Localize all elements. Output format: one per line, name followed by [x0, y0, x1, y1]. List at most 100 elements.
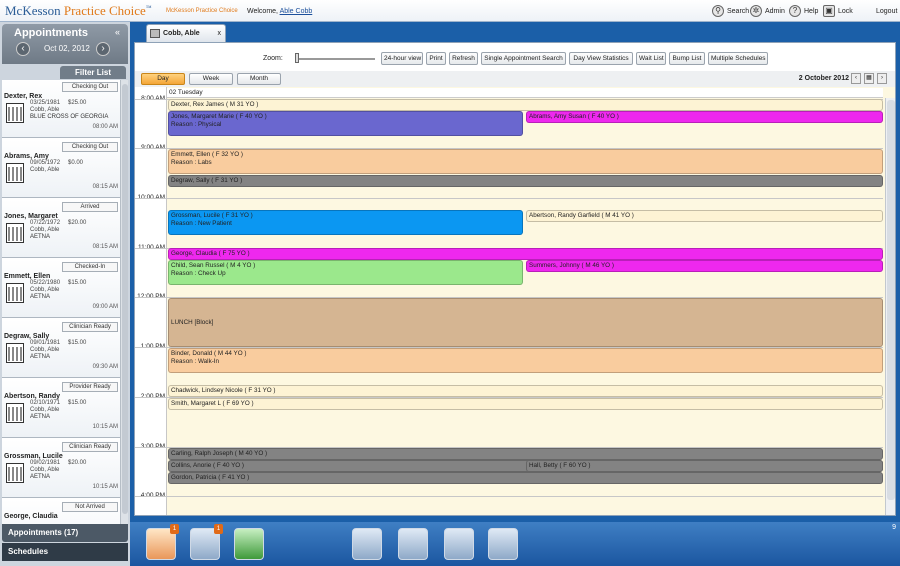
- next-day-button[interactable]: ›: [877, 73, 887, 84]
- main-area: Cobb, Able x Zoom: 24-hour view Print Re…: [134, 22, 900, 522]
- appointment-block[interactable]: Smith, Margaret L ( F 69 YO ): [168, 398, 883, 410]
- bump-list-button[interactable]: Bump List: [669, 52, 705, 65]
- day-view-button[interactable]: Day: [141, 73, 185, 85]
- calculator-icon[interactable]: [234, 528, 264, 560]
- patient-card[interactable]: Checking Out Abrams, Amy 09/05/1972 $0.00 Co…: [2, 140, 120, 198]
- scroll-thumb[interactable]: [122, 84, 128, 514]
- print-button[interactable]: Print: [426, 52, 446, 65]
- billing-icon[interactable]: [398, 528, 428, 560]
- welcome-text: Welcome, Able Cobb: [247, 8, 313, 15]
- patient-card[interactable]: Checking Out Dexter, Rex 03/25/1981 $25.00 C…: [2, 80, 120, 138]
- appointment-block[interactable]: Emmett, Ellen ( F 32 YO ) Reason : Labs: [168, 149, 883, 174]
- patient-list-scrollbar[interactable]: [120, 80, 128, 538]
- search-icon: ⚲: [712, 5, 724, 17]
- lock-link[interactable]: ▣ Lock: [823, 4, 853, 18]
- top-bar: McKesson Practice Choice™ McKesson Pract…: [0, 0, 900, 22]
- filter-list-button[interactable]: Filter List: [60, 66, 126, 79]
- patient-dob: 05/22/1980: [30, 280, 61, 286]
- sidebar-header: Appointments « ‹ Oct 02, 2012 ›: [2, 24, 128, 64]
- appointment-block[interactable]: George, Claudia ( F 75 YO ): [168, 248, 883, 260]
- logout-link[interactable]: Logout: [876, 4, 897, 18]
- appointment-block[interactable]: Dexter, Rex James ( M 31 YO ): [168, 99, 883, 111]
- appointment-block[interactable]: Binder, Donald ( M 44 YO ) Reason : Walk-…: [168, 348, 883, 373]
- sidebar-title: Appointments: [14, 27, 88, 39]
- appointment-reason: Reason : Physical: [171, 121, 222, 128]
- patient-dob: 07/22/1972: [30, 220, 61, 226]
- appointments-sidebar: Appointments « ‹ Oct 02, 2012 › Filter L…: [0, 22, 130, 566]
- appointment-patient: Dexter, Rex James ( M 31 YO ): [171, 101, 259, 108]
- help-link[interactable]: ? Help: [789, 4, 818, 18]
- ledger-icon[interactable]: [444, 528, 474, 560]
- appointment-block[interactable]: Abrams, Amy Susan ( F 40 YO ): [526, 111, 883, 123]
- appointment-time: 08:15 AM: [92, 184, 118, 190]
- appointments-accordion[interactable]: Appointments (17): [2, 524, 128, 542]
- calendar-icon: [150, 29, 160, 38]
- day-view-statistics-button[interactable]: Day View Statistics: [569, 52, 633, 65]
- schedules-accordion[interactable]: Schedules: [2, 543, 128, 561]
- appointment-block[interactable]: Summers, Johnny ( M 46 YO ): [526, 260, 883, 272]
- patient-card[interactable]: Arrived Jones, Margaret 07/22/1972 $20.00 Co…: [2, 200, 120, 258]
- scroll-thumb[interactable]: [887, 100, 895, 500]
- appointment-block[interactable]: Chadwick, Lindsey Nicole ( F 31 YO ): [168, 385, 883, 397]
- appointment-block[interactable]: Carling, Ralph Joseph ( M 40 YO ): [168, 448, 883, 460]
- appointment-reason: Reason : Labs: [171, 159, 212, 166]
- appointment-block[interactable]: Hall, Betty ( F 60 YO ): [526, 460, 883, 472]
- appointment-time: 10:15 AM: [92, 424, 118, 430]
- prev-date-button[interactable]: ‹: [16, 42, 30, 56]
- status-badge: Clinician Ready: [62, 322, 118, 332]
- 24-hour-view-button[interactable]: 24-hour view: [381, 52, 423, 65]
- appointment-block[interactable]: Grossman, Lucile ( F 31 YO ) Reason : New…: [168, 210, 523, 235]
- users-icon[interactable]: [488, 528, 518, 560]
- schedule-toolbar: Zoom: 24-hour view Print Refresh Single …: [135, 43, 895, 71]
- prev-day-button[interactable]: ‹: [851, 73, 861, 84]
- appointment-patient: George, Claudia ( F 75 YO ): [171, 250, 250, 257]
- appointment-patient: Binder, Donald ( M 44 YO ): [171, 350, 247, 357]
- calendar-icon[interactable]: 1: [190, 524, 223, 560]
- close-tab-icon[interactable]: x: [218, 25, 222, 42]
- tab-provider[interactable]: Cobb, Able x: [146, 24, 226, 42]
- calendar-picker-button[interactable]: ▦: [864, 73, 874, 84]
- calendar-icon: [6, 463, 24, 483]
- refresh-button[interactable]: Refresh: [449, 52, 478, 65]
- appointment-patient: Child, Sean Russel ( M 4 YO ): [171, 262, 256, 269]
- collapse-icon[interactable]: «: [115, 27, 120, 37]
- copay-amount: $15.00: [68, 340, 87, 346]
- week-view-button[interactable]: Week: [189, 73, 233, 85]
- next-date-button[interactable]: ›: [96, 42, 110, 56]
- patient-dob: 09/02/1981: [30, 460, 61, 466]
- day-column-header: 02 Tuesday: [167, 88, 883, 98]
- appointment-block[interactable]: Gordon, Patricia ( F 41 YO ): [168, 472, 883, 484]
- zoom-slider[interactable]: [295, 58, 375, 60]
- time-column: 8:00 AM9:00 AM10:00 AM11:00 AM12:00 PM1:…: [135, 87, 167, 515]
- zoom-slider-handle[interactable]: [295, 53, 299, 63]
- multiple-schedules-button[interactable]: Multiple Schedules: [708, 52, 768, 65]
- copay-amount: $0.00: [68, 160, 84, 166]
- appointment-block[interactable]: Child, Sean Russel ( M 4 YO ) Reason : Ch…: [168, 260, 523, 285]
- copay-amount: $15.00: [68, 400, 87, 406]
- single-appointment-search-button[interactable]: Single Appointment Search: [481, 52, 566, 65]
- patient-card[interactable]: Checked-In Emmett, Ellen 05/22/1980 $15.00 C…: [2, 260, 120, 318]
- appointment-block[interactable]: Abertson, Randy Garfield ( M 41 YO ): [526, 210, 883, 222]
- wait-list-button[interactable]: Wait List: [636, 52, 666, 65]
- appointment-block[interactable]: Degraw, Sally ( F 31 YO ): [168, 175, 883, 187]
- schedule-scrollbar[interactable]: [885, 98, 895, 515]
- month-view-button[interactable]: Month: [237, 73, 281, 85]
- appointment-reason: Reason : Walk-In: [171, 358, 220, 365]
- patient-card[interactable]: Clinician Ready Grossman, Lucile 09/02/198…: [2, 440, 120, 498]
- search-link[interactable]: ⚲ Search: [712, 4, 749, 18]
- appointment-patient: Summers, Johnny ( M 46 YO ): [529, 262, 614, 269]
- day-schedule-grid[interactable]: 8:00 AM9:00 AM10:00 AM11:00 AM12:00 PM1:…: [135, 87, 895, 515]
- appointment-block[interactable]: Jones, Margaret Marie ( F 40 YO ) Reason …: [168, 111, 523, 136]
- appointment-patient: Carling, Ralph Joseph ( M 40 YO ): [171, 450, 268, 457]
- patient-card[interactable]: Provider Ready Abertson, Randy 02/10/1971 $…: [2, 380, 120, 438]
- view-switcher: Day Week Month 2 October 2012 ‹ ▦ ›: [135, 71, 895, 87]
- mail-icon[interactable]: [352, 528, 382, 560]
- appointment-reason: Reason : New Patient: [171, 220, 232, 227]
- patient-icon[interactable]: 1: [146, 524, 179, 560]
- patient-card[interactable]: Clinician Ready Degraw, Sally 09/01/1981 $1…: [2, 320, 120, 378]
- appointment-block[interactable]: LUNCH [Block]: [168, 298, 883, 347]
- admin-link[interactable]: ✲ Admin: [750, 4, 785, 18]
- appointment-patient: LUNCH [Block]: [171, 319, 214, 326]
- calendar-icon: [6, 343, 24, 363]
- user-name-link[interactable]: Able Cobb: [280, 8, 313, 15]
